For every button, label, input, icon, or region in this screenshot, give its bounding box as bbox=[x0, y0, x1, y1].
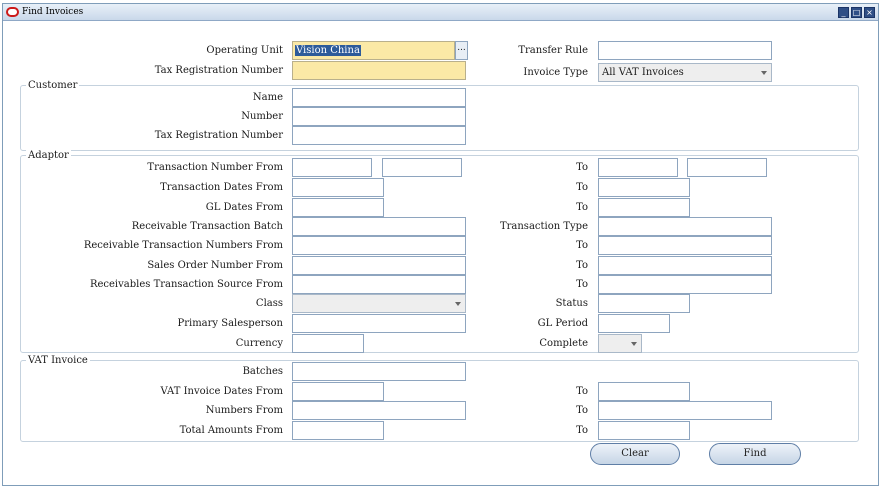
sales-order-to-label: To bbox=[576, 260, 588, 271]
gl-period-field[interactable] bbox=[598, 314, 670, 333]
trx-number-to-field-2[interactable] bbox=[687, 158, 767, 177]
trx-dates-to-label: To bbox=[576, 182, 588, 193]
customer-number-label: Number bbox=[241, 111, 283, 122]
primary-salesperson-label: Primary Salesperson bbox=[177, 318, 283, 329]
currency-field[interactable] bbox=[292, 334, 364, 353]
minimize-icon[interactable]: _ bbox=[838, 7, 849, 18]
receivable-batch-label: Receivable Transaction Batch bbox=[131, 221, 283, 232]
chevron-down-icon bbox=[455, 302, 461, 306]
gl-period-label: GL Period bbox=[537, 318, 588, 329]
invoice-type-value: All VAT Invoices bbox=[602, 67, 684, 78]
vat-dates-to-field[interactable] bbox=[598, 382, 690, 401]
primary-salesperson-field[interactable] bbox=[292, 314, 466, 333]
chevron-down-icon bbox=[761, 71, 767, 75]
source-from-label: Receivables Transaction Source From bbox=[89, 279, 283, 290]
trx-number-to-label: To bbox=[576, 162, 588, 173]
gl-dates-to-label: To bbox=[576, 202, 588, 213]
sales-order-from-field[interactable] bbox=[292, 256, 466, 275]
transaction-type-label: Transaction Type bbox=[499, 221, 588, 232]
find-button[interactable]: Find bbox=[709, 443, 801, 465]
class-select[interactable] bbox=[292, 294, 466, 313]
receivable-numbers-to-label: To bbox=[576, 240, 588, 251]
tax-registration-field[interactable] bbox=[292, 61, 466, 80]
complete-label: Complete bbox=[539, 338, 588, 349]
trx-dates-to-field[interactable] bbox=[598, 178, 690, 197]
source-from-field[interactable] bbox=[292, 275, 466, 294]
vat-amounts-from-label: Total Amounts From bbox=[179, 425, 283, 436]
status-label: Status bbox=[555, 298, 588, 309]
customer-tax-reg-label: Tax Registration Number bbox=[154, 130, 283, 141]
operating-unit-label: Operating Unit bbox=[206, 45, 283, 56]
trx-dates-from-label: Transaction Dates From bbox=[160, 182, 283, 193]
receivable-batch-field[interactable] bbox=[292, 217, 466, 236]
transfer-rule-label: Transfer Rule bbox=[518, 45, 588, 56]
trx-number-from-label: Transaction Number From bbox=[147, 162, 283, 173]
operating-unit-field[interactable]: Vision China bbox=[292, 41, 455, 60]
customer-name-label: Name bbox=[252, 92, 283, 103]
operating-unit-value: Vision China bbox=[295, 45, 361, 56]
vat-dates-from-field[interactable] bbox=[292, 382, 384, 401]
class-label: Class bbox=[255, 298, 283, 309]
complete-select[interactable] bbox=[598, 334, 642, 353]
vat-amounts-from-field[interactable] bbox=[292, 421, 384, 440]
customer-tax-reg-field[interactable] bbox=[292, 126, 466, 145]
receivable-numbers-from-field[interactable] bbox=[292, 236, 466, 255]
vat-numbers-from-field[interactable] bbox=[292, 401, 466, 420]
sales-order-from-label: Sales Order Number From bbox=[147, 260, 283, 271]
vat-numbers-to-label: To bbox=[576, 405, 588, 416]
customer-group-title: Customer bbox=[26, 80, 80, 92]
adaptor-group-title: Adaptor bbox=[26, 150, 71, 162]
invoice-type-select[interactable]: All VAT Invoices bbox=[598, 63, 772, 82]
maximize-icon[interactable]: □ bbox=[851, 7, 862, 18]
close-icon[interactable]: × bbox=[864, 7, 875, 18]
vat-numbers-to-field[interactable] bbox=[598, 401, 772, 420]
source-to-field[interactable] bbox=[598, 275, 772, 294]
gl-dates-from-label: GL Dates From bbox=[205, 202, 283, 213]
trx-number-to-field-1[interactable] bbox=[598, 158, 678, 177]
vat-amounts-to-field[interactable] bbox=[598, 421, 690, 440]
operating-unit-lov-button[interactable]: ... bbox=[455, 41, 468, 60]
oracle-logo-icon bbox=[6, 7, 19, 17]
status-field[interactable] bbox=[598, 294, 690, 313]
vat-dates-from-label: VAT Invoice Dates From bbox=[160, 386, 283, 397]
tax-registration-label: Tax Registration Number bbox=[154, 65, 283, 76]
customer-number-field[interactable] bbox=[292, 107, 466, 126]
sales-order-to-field[interactable] bbox=[598, 256, 772, 275]
vat-dates-to-label: To bbox=[576, 386, 588, 397]
currency-label: Currency bbox=[235, 338, 283, 349]
batches-label: Batches bbox=[242, 366, 283, 377]
vat-invoice-group-title: VAT Invoice bbox=[26, 355, 90, 367]
transfer-rule-field[interactable] bbox=[598, 41, 772, 60]
vat-numbers-from-label: Numbers From bbox=[205, 405, 283, 416]
chevron-down-icon bbox=[631, 342, 637, 346]
vat-amounts-to-label: To bbox=[576, 425, 588, 436]
gl-dates-to-field[interactable] bbox=[598, 198, 690, 217]
source-to-label: To bbox=[576, 279, 588, 290]
trx-number-from-field-2[interactable] bbox=[382, 158, 462, 177]
transaction-type-field[interactable] bbox=[598, 217, 772, 236]
receivable-numbers-from-label: Receivable Transaction Numbers From bbox=[83, 240, 283, 251]
title-bar[interactable]: Find Invoices _ □ × bbox=[3, 4, 878, 21]
trx-dates-from-field[interactable] bbox=[292, 178, 384, 197]
receivable-numbers-to-field[interactable] bbox=[598, 236, 772, 255]
window-title: Find Invoices bbox=[22, 7, 84, 17]
customer-name-field[interactable] bbox=[292, 88, 466, 107]
batches-field[interactable] bbox=[292, 362, 466, 381]
gl-dates-from-field[interactable] bbox=[292, 198, 384, 217]
clear-button[interactable]: Clear bbox=[590, 443, 680, 465]
invoice-type-label: Invoice Type bbox=[523, 67, 588, 78]
trx-number-from-field-1[interactable] bbox=[292, 158, 372, 177]
